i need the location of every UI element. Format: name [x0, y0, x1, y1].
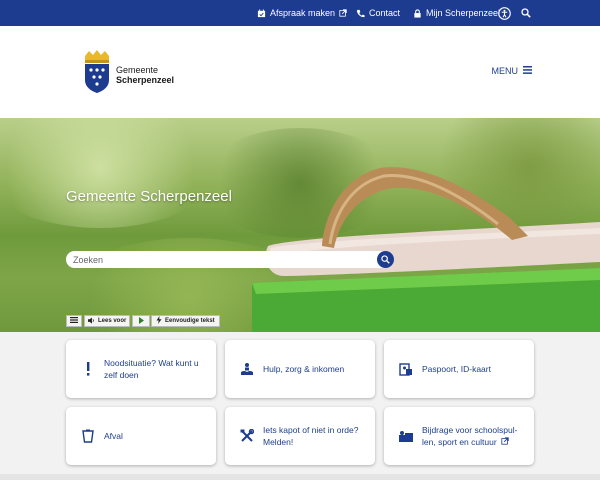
logo-line1: Gemeente [116, 64, 159, 75]
list-icon [70, 317, 78, 325]
search-icon [381, 251, 390, 269]
hamburger-icon [523, 66, 532, 76]
search-button-top[interactable] [521, 0, 531, 26]
phone-icon [356, 9, 365, 18]
logo-line2: Scherpenzeel [116, 74, 175, 85]
contact-link[interactable]: Contact [356, 0, 400, 26]
site-header: Gemeente Scherpenzeel MENU [0, 26, 600, 118]
play-button[interactable] [132, 315, 151, 327]
id-card-icon [398, 361, 414, 377]
footer-edge [0, 474, 600, 480]
card-contribution[interactable]: Bijdrage voor schoolspul-len, sport en c… [384, 407, 534, 465]
play-icon [136, 316, 146, 326]
accessibility-icon [498, 6, 511, 20]
hero-title: Gemeente Scherpenzeel [66, 188, 232, 205]
simple-text-label: Eenvoudige tekst [165, 318, 215, 324]
readspeaker-menu-button[interactable] [66, 315, 82, 327]
accessibility-button[interactable] [498, 0, 511, 26]
menu-label: MENU [491, 66, 519, 76]
hero-image [252, 167, 600, 332]
appointment-link[interactable]: Afspraak maken [257, 0, 347, 26]
card-label: Paspoort, ID-kaart [422, 364, 491, 374]
help-hands-icon [239, 361, 255, 377]
read-aloud-button[interactable]: Lees voor [84, 315, 131, 327]
card-report-issue[interactable]: Iets kapot of niet in orde? Melden! [225, 407, 375, 465]
external-link-icon [501, 436, 509, 448]
appointment-label: Afspraak maken [270, 8, 336, 18]
card-label: Afval [104, 431, 123, 441]
card-emergency[interactable]: Noodsituatie? Wat kunt u zelf doen [66, 340, 216, 398]
search-submit-button[interactable] [377, 251, 394, 268]
card-label: Hulp, zorg & inkomen [263, 364, 345, 374]
contribution-icon [398, 428, 414, 444]
card-passport[interactable]: Paspoort, ID-kaart [384, 340, 534, 398]
lock-icon [413, 8, 422, 18]
exclamation-icon [80, 361, 96, 377]
external-link-icon [339, 9, 347, 17]
card-label: Bijdrage voor schoolspul-len, sport en c… [422, 424, 526, 449]
simple-text-button[interactable]: Eenvoudige tekst [151, 315, 220, 327]
my-account-link[interactable]: Mijn Scherpenzeel [413, 0, 500, 26]
speaker-icon [88, 316, 95, 326]
readspeaker-bar: Lees voor [66, 315, 151, 327]
card-label: Iets kapot of niet in orde? Melden! [263, 425, 359, 447]
card-label: Noodsituatie? Wat kunt u zelf doen [104, 358, 199, 380]
top-bar: Afspraak maken Contact Mijn Scherpenzeel [0, 0, 600, 26]
coat-of-arms-icon [82, 50, 112, 99]
logo-text: Gemeente Scherpenzeel [116, 65, 174, 85]
site-logo[interactable]: Gemeente Scherpenzeel [82, 50, 174, 99]
lightning-icon [156, 316, 162, 326]
search-input[interactable]: Zoeken [66, 251, 394, 268]
calendar-icon [257, 8, 266, 18]
hero-banner: Gemeente Scherpenzeel Zoeken Lees voor E… [0, 118, 600, 332]
menu-button[interactable]: MENU [491, 66, 532, 76]
read-aloud-label: Lees voor [98, 318, 127, 324]
search-placeholder: Zoeken [73, 254, 104, 265]
card-waste[interactable]: Afval [66, 407, 216, 465]
waste-bin-icon [80, 428, 96, 444]
tools-icon [239, 428, 255, 444]
search-icon [521, 8, 531, 18]
contact-label: Contact [369, 8, 401, 18]
my-account-label: Mijn Scherpenzeel [426, 8, 501, 18]
card-help-care[interactable]: Hulp, zorg & inkomen [225, 340, 375, 398]
